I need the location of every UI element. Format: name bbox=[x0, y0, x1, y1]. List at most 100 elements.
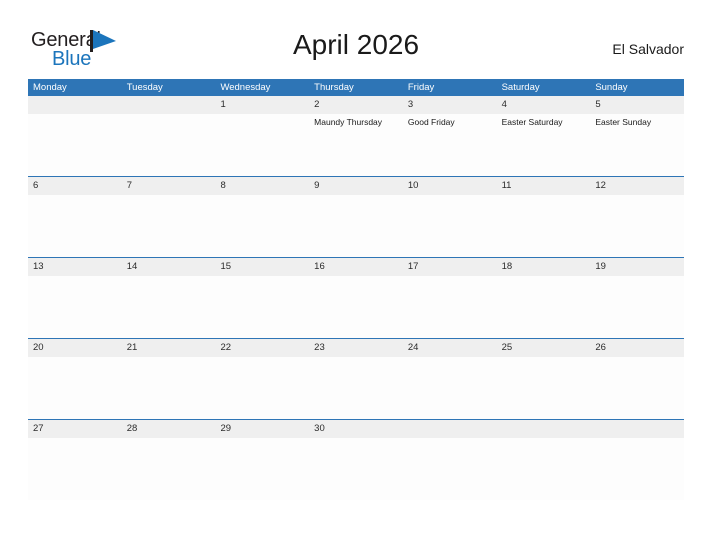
day-number: 20 bbox=[33, 342, 44, 353]
calendar-day-cell[interactable]: 9 bbox=[309, 177, 403, 257]
holiday-label: Easter Saturday bbox=[501, 117, 563, 127]
calendar-day-cell[interactable]: 11 bbox=[496, 177, 591, 257]
calendar-week-row: 6 7 8 9 10 11 12 bbox=[28, 176, 685, 257]
holiday-label: Maundy Thursday bbox=[314, 117, 383, 127]
calendar-day-cell[interactable]: 16 bbox=[309, 258, 403, 338]
calendar-day-cell[interactable]: 7 bbox=[121, 177, 216, 257]
calendar-week-cells: 20 21 22 23 24 25 26 bbox=[28, 339, 685, 419]
calendar-day-cell[interactable]: 24 bbox=[402, 339, 497, 419]
calendar-day-cell[interactable]: 1 bbox=[215, 96, 310, 176]
calendar-week-cells: 13 14 15 16 17 18 19 bbox=[28, 258, 685, 338]
day-number: 3 bbox=[407, 99, 414, 110]
calendar-day-cell[interactable]: 4 Easter Saturday bbox=[496, 96, 591, 176]
day-events: Maundy Thursday bbox=[314, 116, 401, 128]
day-number: 9 bbox=[314, 180, 320, 191]
day-number: 16 bbox=[314, 261, 325, 272]
day-number: 8 bbox=[220, 180, 226, 191]
day-number: 17 bbox=[407, 261, 419, 272]
calendar-day-cell[interactable]: 8 bbox=[215, 177, 310, 257]
calendar-week-row: 13 14 15 16 17 18 19 bbox=[28, 257, 685, 338]
calendar-day-cell[interactable]: 29 bbox=[215, 420, 310, 500]
calendar-day-cell[interactable]: 20 bbox=[28, 339, 122, 419]
day-number-band bbox=[590, 420, 685, 438]
day-number: 5 bbox=[595, 99, 601, 110]
day-number: 7 bbox=[126, 180, 133, 191]
calendar-day-cell[interactable]: 26 bbox=[590, 339, 685, 419]
holiday-label: Easter Sunday bbox=[595, 117, 652, 127]
day-number-band bbox=[402, 420, 497, 438]
calendar-day-cell[interactable]: 23 bbox=[309, 339, 403, 419]
day-number-band bbox=[496, 420, 591, 438]
day-number: 21 bbox=[126, 342, 138, 353]
weekday-header-friday: Friday bbox=[407, 82, 435, 93]
day-events: Good Friday bbox=[408, 116, 495, 128]
day-number: 26 bbox=[595, 342, 606, 353]
day-number-band bbox=[215, 177, 310, 195]
day-number: 28 bbox=[126, 423, 138, 434]
calendar-weeks: 1 2 Maundy Thursday 3 Good Friday 4 Easter Sat… bbox=[28, 96, 685, 500]
calendar-day-cell[interactable]: 3 Good Friday bbox=[402, 96, 497, 176]
weekday-header-saturday: Saturday bbox=[501, 82, 540, 93]
day-events: Easter Saturday bbox=[502, 116, 589, 128]
calendar-day-cell[interactable] bbox=[496, 420, 591, 500]
calendar-day-cell[interactable]: 17 bbox=[402, 258, 497, 338]
day-number: 29 bbox=[220, 423, 232, 434]
calendar-day-cell[interactable]: 22 bbox=[215, 339, 310, 419]
calendar-grid: Monday Tuesday Wednesday Thursday Friday… bbox=[28, 79, 685, 500]
day-number-band bbox=[215, 96, 310, 114]
day-number-band bbox=[28, 96, 122, 114]
holiday-label: Good Friday bbox=[407, 117, 455, 127]
page-header: General Blue April 2026 El Salvador bbox=[0, 0, 712, 78]
day-events: Easter Sunday bbox=[595, 116, 682, 128]
day-number-band bbox=[121, 96, 216, 114]
calendar-day-cell[interactable]: 19 bbox=[590, 258, 685, 338]
day-number: 25 bbox=[501, 342, 513, 353]
calendar-day-cell[interactable] bbox=[121, 96, 216, 176]
day-number-band bbox=[496, 96, 591, 114]
day-number: 14 bbox=[126, 261, 138, 272]
day-number-band bbox=[121, 177, 216, 195]
calendar-day-cell[interactable]: 28 bbox=[121, 420, 216, 500]
calendar-day-cell[interactable] bbox=[28, 96, 122, 176]
day-number-band bbox=[590, 96, 685, 114]
day-number: 10 bbox=[407, 180, 419, 191]
calendar-week-row: 27 28 29 30 bbox=[28, 419, 685, 500]
weekday-header-monday: Monday bbox=[33, 82, 67, 93]
calendar-week-cells: 6 7 8 9 10 11 12 bbox=[28, 177, 685, 257]
day-number-band bbox=[28, 177, 122, 195]
calendar-day-cell[interactable]: 5 Easter Sunday bbox=[590, 96, 685, 176]
calendar-day-cell[interactable]: 30 bbox=[309, 420, 403, 500]
calendar-day-cell[interactable]: 14 bbox=[121, 258, 216, 338]
calendar-day-cell[interactable]: 18 bbox=[496, 258, 591, 338]
calendar-day-cell[interactable]: 25 bbox=[496, 339, 591, 419]
calendar-day-cell[interactable] bbox=[402, 420, 497, 500]
day-number: 13 bbox=[33, 261, 44, 272]
day-number: 12 bbox=[595, 180, 606, 191]
weekday-header-row: Monday Tuesday Wednesday Thursday Friday… bbox=[28, 79, 684, 96]
weekday-header-thursday: Thursday bbox=[314, 82, 354, 93]
day-number-band bbox=[309, 177, 403, 195]
calendar-week-row: 1 2 Maundy Thursday 3 Good Friday 4 Easter Sat… bbox=[28, 96, 685, 176]
calendar-day-cell[interactable] bbox=[590, 420, 685, 500]
day-number: 2 bbox=[314, 99, 320, 110]
calendar-week-cells: 1 2 Maundy Thursday 3 Good Friday 4 Easter Sat… bbox=[28, 96, 685, 176]
day-number: 1 bbox=[220, 99, 226, 110]
calendar-page: General Blue April 2026 El Salvador Mond… bbox=[0, 0, 712, 550]
calendar-day-cell[interactable]: 15 bbox=[215, 258, 310, 338]
day-number: 22 bbox=[220, 342, 232, 353]
calendar-day-cell[interactable]: 6 bbox=[28, 177, 122, 257]
day-number-band bbox=[309, 96, 403, 114]
day-number: 18 bbox=[501, 261, 513, 272]
weekday-header-wednesday: Wednesday bbox=[220, 82, 271, 93]
calendar-day-cell[interactable]: 10 bbox=[402, 177, 497, 257]
day-number: 24 bbox=[407, 342, 419, 353]
calendar-day-cell[interactable]: 13 bbox=[28, 258, 122, 338]
weekday-header-tuesday: Tuesday bbox=[126, 82, 163, 93]
day-number: 15 bbox=[220, 261, 232, 272]
calendar-day-cell[interactable]: 2 Maundy Thursday bbox=[309, 96, 403, 176]
page-title: April 2026 bbox=[292, 29, 420, 60]
calendar-day-cell[interactable]: 12 bbox=[590, 177, 685, 257]
calendar-day-cell[interactable]: 21 bbox=[121, 339, 216, 419]
calendar-day-cell[interactable]: 27 bbox=[28, 420, 122, 500]
day-number: 19 bbox=[595, 261, 606, 272]
